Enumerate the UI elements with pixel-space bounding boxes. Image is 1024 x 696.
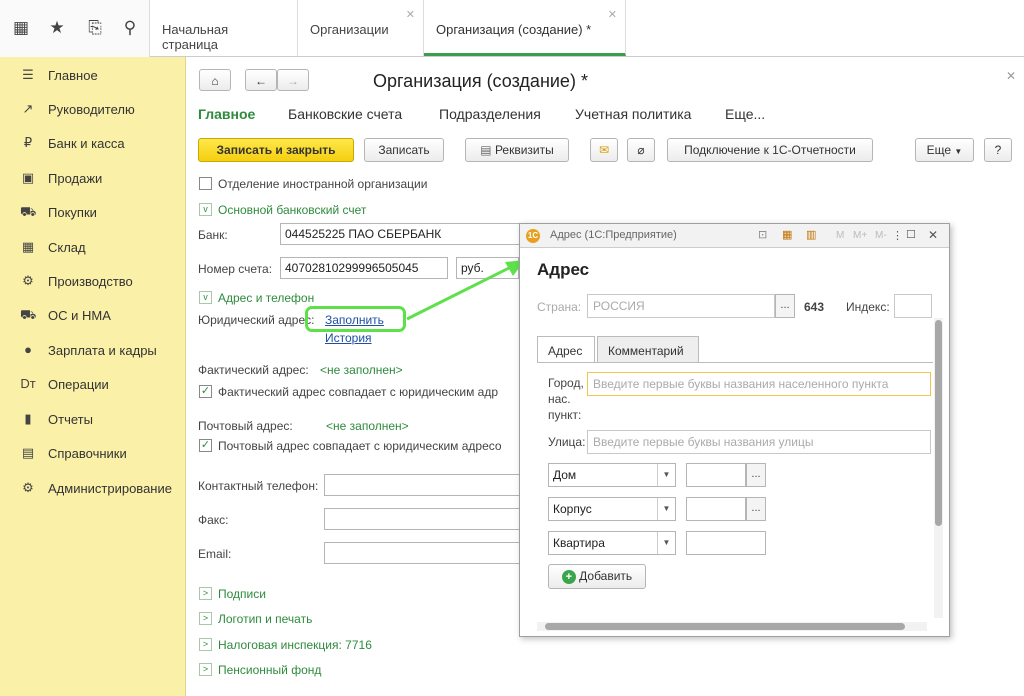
tab-divider	[537, 362, 933, 363]
chevron-down-icon: ▼	[657, 464, 675, 486]
close-icon[interactable]: ✕	[928, 228, 938, 242]
house-select-button[interactable]: ...	[746, 463, 766, 487]
house-number-field[interactable]	[686, 463, 746, 487]
dialog-titlebar: 1C Адрес (1С:Предприятие) ⊡ ▦ ▥ M M+ M- …	[520, 224, 949, 248]
calendar-icon[interactable]: ▥	[806, 228, 816, 241]
chevron-down-icon: ▼	[657, 498, 675, 520]
vertical-scrollbar[interactable]	[934, 318, 943, 618]
country-code: 643	[804, 300, 825, 314]
memory-plus-button[interactable]: M+	[853, 230, 867, 241]
memory-m-button[interactable]: M	[836, 230, 844, 241]
building-type-select[interactable]: Корпус ▼	[548, 497, 676, 521]
apartment-type-value: Квартира	[553, 536, 605, 550]
plus-circle-icon: +	[561, 570, 576, 584]
table-icon[interactable]: ▦	[782, 228, 792, 241]
index-field[interactable]	[894, 294, 932, 318]
add-button[interactable]: + Добавить	[548, 564, 646, 589]
vertical-scroll-thumb[interactable]	[935, 320, 942, 526]
chevron-down-icon: ▼	[657, 532, 675, 554]
street-input[interactable]: Введите первые буквы названия улицы	[587, 430, 931, 454]
building-number-field[interactable]	[686, 497, 746, 521]
house-type-select[interactable]: Дом ▼	[548, 463, 676, 487]
country-field[interactable]: РОССИЯ	[587, 294, 775, 318]
memory-minus-button[interactable]: M-	[875, 230, 887, 241]
bookmark-icon[interactable]: ⊡	[758, 228, 767, 241]
address-dialog: 1C Адрес (1С:Предприятие) ⊡ ▦ ▥ M M+ M- …	[519, 223, 950, 637]
more-icon[interactable]: ⋮	[892, 229, 903, 242]
building-type-value: Корпус	[553, 502, 592, 516]
street-label: Улица:	[548, 435, 586, 449]
city-input[interactable]: Введите первые буквы названия населенног…	[587, 372, 931, 396]
dialog-window-title: Адрес (1С:Предприятие)	[550, 229, 677, 241]
maximize-icon[interactable]: ☐	[906, 228, 916, 241]
index-label: Индекс:	[846, 300, 890, 314]
tab-comment[interactable]: Комментарий	[597, 336, 699, 363]
country-label: Страна:	[537, 300, 582, 314]
tab-address[interactable]: Адрес	[537, 336, 595, 363]
country-select-button[interactable]: ...	[775, 294, 795, 318]
building-select-button[interactable]: ...	[746, 497, 766, 521]
horizontal-scrollbar[interactable]	[537, 622, 927, 631]
add-button-label: Добавить	[579, 569, 633, 583]
apartment-number-field[interactable]	[686, 531, 766, 555]
house-type-value: Дом	[553, 468, 577, 482]
apartment-type-select[interactable]: Квартира ▼	[548, 531, 676, 555]
horizontal-scroll-thumb[interactable]	[545, 623, 905, 630]
dialog-heading: Адрес	[537, 260, 590, 279]
1c-logo-icon: 1C	[526, 229, 540, 243]
